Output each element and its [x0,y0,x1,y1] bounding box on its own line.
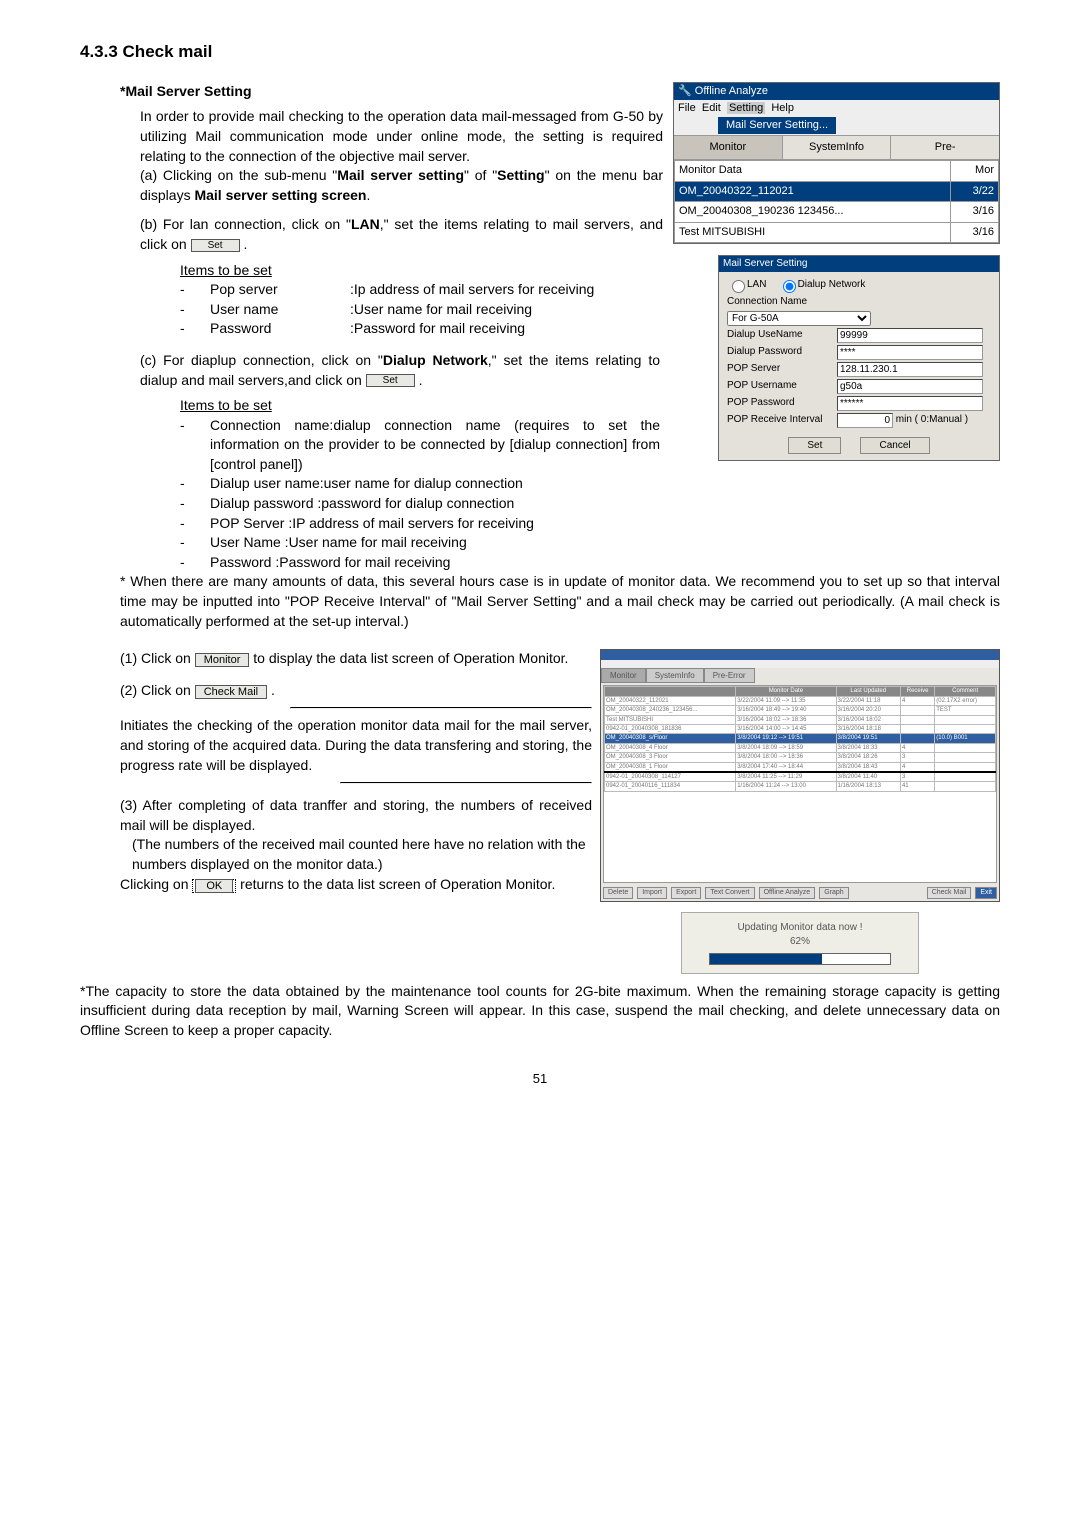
monitor-list-window-figure: Monitor SystemInfo Pre-Error Monitor Dat… [600,649,1000,901]
offline-analyze-window-figure: 🔧 Offline Analyze File Edit Setting Help… [673,82,1000,244]
ok-button[interactable]: OK [192,879,236,893]
step-c: (c) For diaplup connection, click on "Di… [140,351,660,390]
mail-server-setting-dialog-figure: Mail Server Setting LAN Dialup Network C… [718,255,1000,461]
pop-server-input[interactable] [837,362,983,377]
note-paragraph: * When there are many amounts of data, t… [120,572,1000,631]
dialup-username-input[interactable] [837,328,983,343]
check-mail-button[interactable]: Check Mail [195,685,267,699]
step-2: (2) Click on Check Mail . Initiates the … [120,681,640,784]
set-button[interactable]: Set [191,239,240,252]
section-heading: 4.3.3 Check mail [80,40,1000,64]
dialup-radio[interactable] [783,280,796,293]
step-b: (b) For lan connection, click on "LAN," … [140,215,680,254]
mail-server-setting-menu-item[interactable]: Mail Server Setting... [718,117,836,134]
tab-pre[interactable]: Pre- [891,136,999,159]
lan-radio[interactable] [732,280,745,293]
progress-dialog: Updating Monitor data now ! 62% [681,912,919,974]
step-a: (a) Clicking on the sub-menu "Mail serve… [140,166,680,205]
items-to-set-heading-2: Items to be set [180,396,660,416]
dialup-password-input[interactable] [837,345,983,360]
monitor-button[interactable]: Monitor [195,653,250,667]
items-to-set-heading: Items to be set [180,261,660,281]
connection-name-select[interactable]: For G-50A [727,311,871,326]
footnote: *The capacity to store the data obtained… [80,982,1000,1041]
pop-interval-input[interactable] [837,413,893,428]
dialog-set-button[interactable]: Set [788,437,841,454]
tab-monitor[interactable]: Monitor [674,136,783,159]
pop-password-input[interactable] [837,396,983,411]
pop-username-input[interactable] [837,379,983,394]
step-1: (1) Click on Monitor to display the data… [120,649,640,669]
dialog-cancel-button[interactable]: Cancel [860,437,929,454]
window-title: 🔧 Offline Analyze [674,83,999,100]
tab-systeminfo[interactable]: SystemInfo [783,136,892,159]
menu-bar: File Edit Setting Help Mail Server Setti… [674,100,999,135]
step-3: (3) After completing of data tranffer an… [120,796,640,894]
intro-paragraph: In order to provide mail checking to the… [140,107,680,166]
page-number: 51 [80,1070,1000,1088]
set-button-2[interactable]: Set [366,374,415,387]
